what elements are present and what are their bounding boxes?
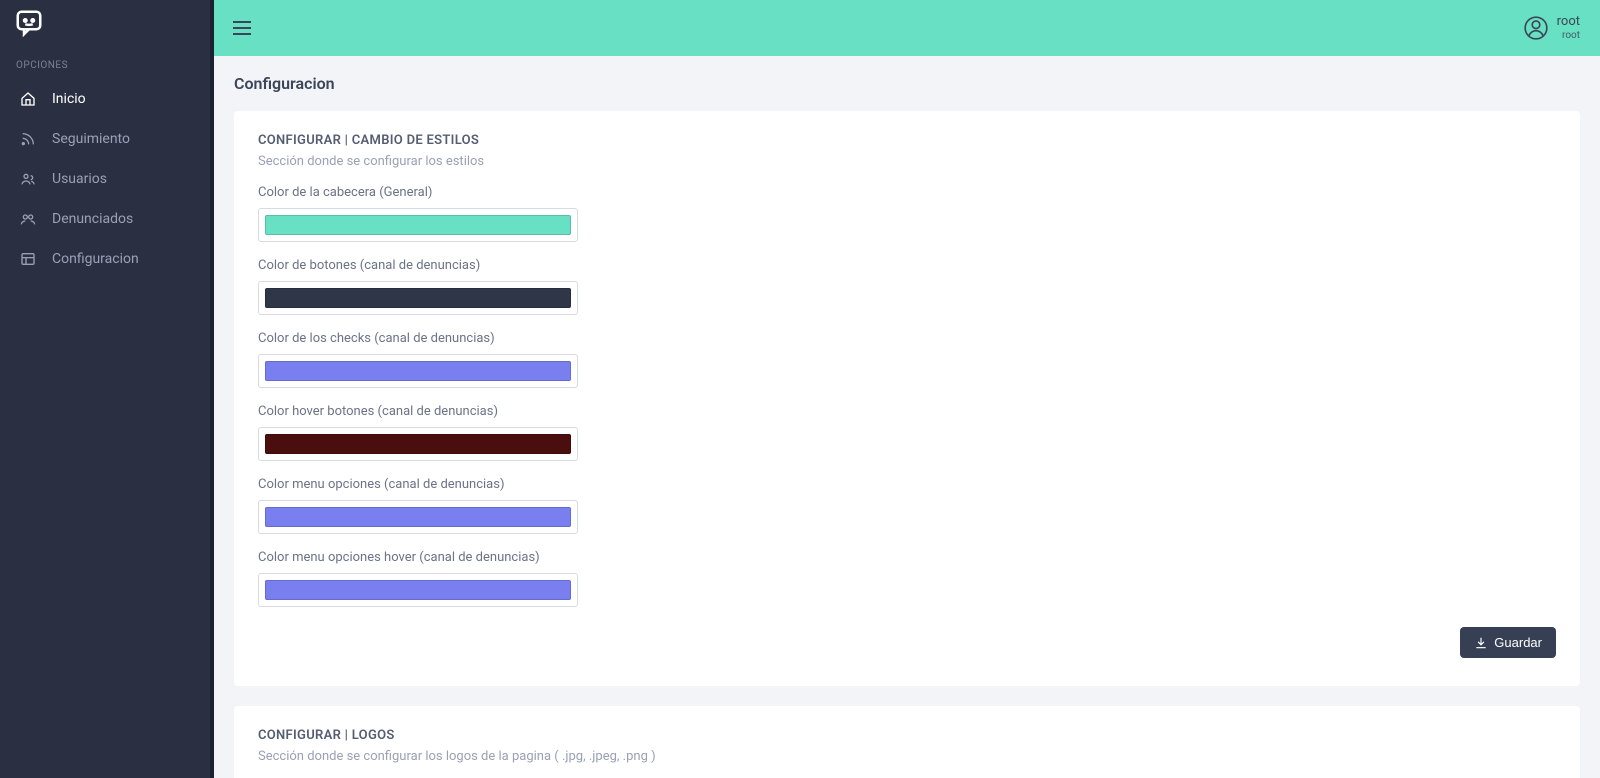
user-text: root root xyxy=(1557,15,1580,40)
chat-logo-icon xyxy=(14,8,44,38)
layout-icon xyxy=(20,251,36,267)
sidebar-section-label: OPCIONES xyxy=(0,46,210,79)
field-label: Color hover botones (canal de denuncias) xyxy=(258,404,1556,419)
sidebar-item-usuarios[interactable]: Usuarios xyxy=(0,159,210,199)
field-color-buttons: Color de botones (canal de denuncias) xyxy=(258,258,1556,315)
user-group-icon xyxy=(20,211,36,227)
sidebar-item-label: Usuarios xyxy=(52,171,107,187)
user-menu[interactable]: root root xyxy=(1523,15,1580,41)
sidebar-item-label: Denunciados xyxy=(52,211,133,227)
color-swatch xyxy=(265,215,571,235)
card-title: CONFIGURAR | CAMBIO DE ESTILOS xyxy=(258,133,1556,148)
styles-card: CONFIGURAR | CAMBIO DE ESTILOS Sección d… xyxy=(234,111,1580,686)
field-color-hover-buttons: Color hover botones (canal de denuncias) xyxy=(258,404,1556,461)
user-role: root xyxy=(1562,30,1580,41)
color-input-menu[interactable] xyxy=(258,500,578,534)
rss-icon xyxy=(20,131,36,147)
sidebar: OPCIONES Inicio Seguimiento Usuarios Den… xyxy=(0,0,214,778)
sidebar-item-seguimiento[interactable]: Seguimiento xyxy=(0,119,210,159)
save-icon xyxy=(1474,636,1488,650)
field-color-checks: Color de los checks (canal de denuncias) xyxy=(258,331,1556,388)
color-swatch xyxy=(265,288,571,308)
page-title: Configuracion xyxy=(234,74,1580,93)
color-swatch xyxy=(265,434,571,454)
content: Configuracion CONFIGURAR | CAMBIO DE EST… xyxy=(214,56,1600,778)
hamburger-icon[interactable] xyxy=(230,16,254,40)
field-label: Color de la cabecera (General) xyxy=(258,185,1556,200)
field-color-header: Color de la cabecera (General) xyxy=(258,185,1556,242)
color-swatch xyxy=(265,361,571,381)
color-input-checks[interactable] xyxy=(258,354,578,388)
color-input-hover-buttons[interactable] xyxy=(258,427,578,461)
home-icon xyxy=(20,91,36,107)
field-color-menu-hover: Color menu opciones hover (canal de denu… xyxy=(258,550,1556,607)
card-actions: Guardar xyxy=(258,627,1556,658)
users-icon xyxy=(20,171,36,187)
logos-card: CONFIGURAR | LOGOS Sección donde se conf… xyxy=(234,706,1580,778)
card-subtitle: Sección donde se configurar los estilos xyxy=(258,154,1556,169)
sidebar-item-label: Seguimiento xyxy=(52,131,130,147)
color-swatch xyxy=(265,580,571,600)
save-button[interactable]: Guardar xyxy=(1460,627,1556,658)
color-swatch xyxy=(265,507,571,527)
sidebar-item-label: Inicio xyxy=(52,91,86,107)
main: root root Configuracion CONFIGURAR | CAM… xyxy=(214,0,1600,778)
sidebar-item-denunciados[interactable]: Denunciados xyxy=(0,199,210,239)
field-label: Color de botones (canal de denuncias) xyxy=(258,258,1556,273)
field-label: Color menu opciones hover (canal de denu… xyxy=(258,550,1556,565)
sidebar-item-configuracion[interactable]: Configuracion xyxy=(0,239,210,279)
logo xyxy=(0,0,210,46)
card-title: CONFIGURAR | LOGOS xyxy=(258,728,1556,743)
user-name: root xyxy=(1557,15,1580,29)
user-avatar-icon xyxy=(1523,15,1549,41)
field-label: Color menu opciones (canal de denuncias) xyxy=(258,477,1556,492)
color-input-menu-hover[interactable] xyxy=(258,573,578,607)
sidebar-item-inicio[interactable]: Inicio xyxy=(0,79,210,119)
field-color-menu: Color menu opciones (canal de denuncias) xyxy=(258,477,1556,534)
sidebar-item-label: Configuracion xyxy=(52,251,139,267)
color-input-header[interactable] xyxy=(258,208,578,242)
save-button-label: Guardar xyxy=(1494,635,1542,650)
field-label: Color de los checks (canal de denuncias) xyxy=(258,331,1556,346)
color-input-buttons[interactable] xyxy=(258,281,578,315)
topbar: root root xyxy=(214,0,1600,56)
card-subtitle: Sección donde se configurar los logos de… xyxy=(258,749,1556,764)
